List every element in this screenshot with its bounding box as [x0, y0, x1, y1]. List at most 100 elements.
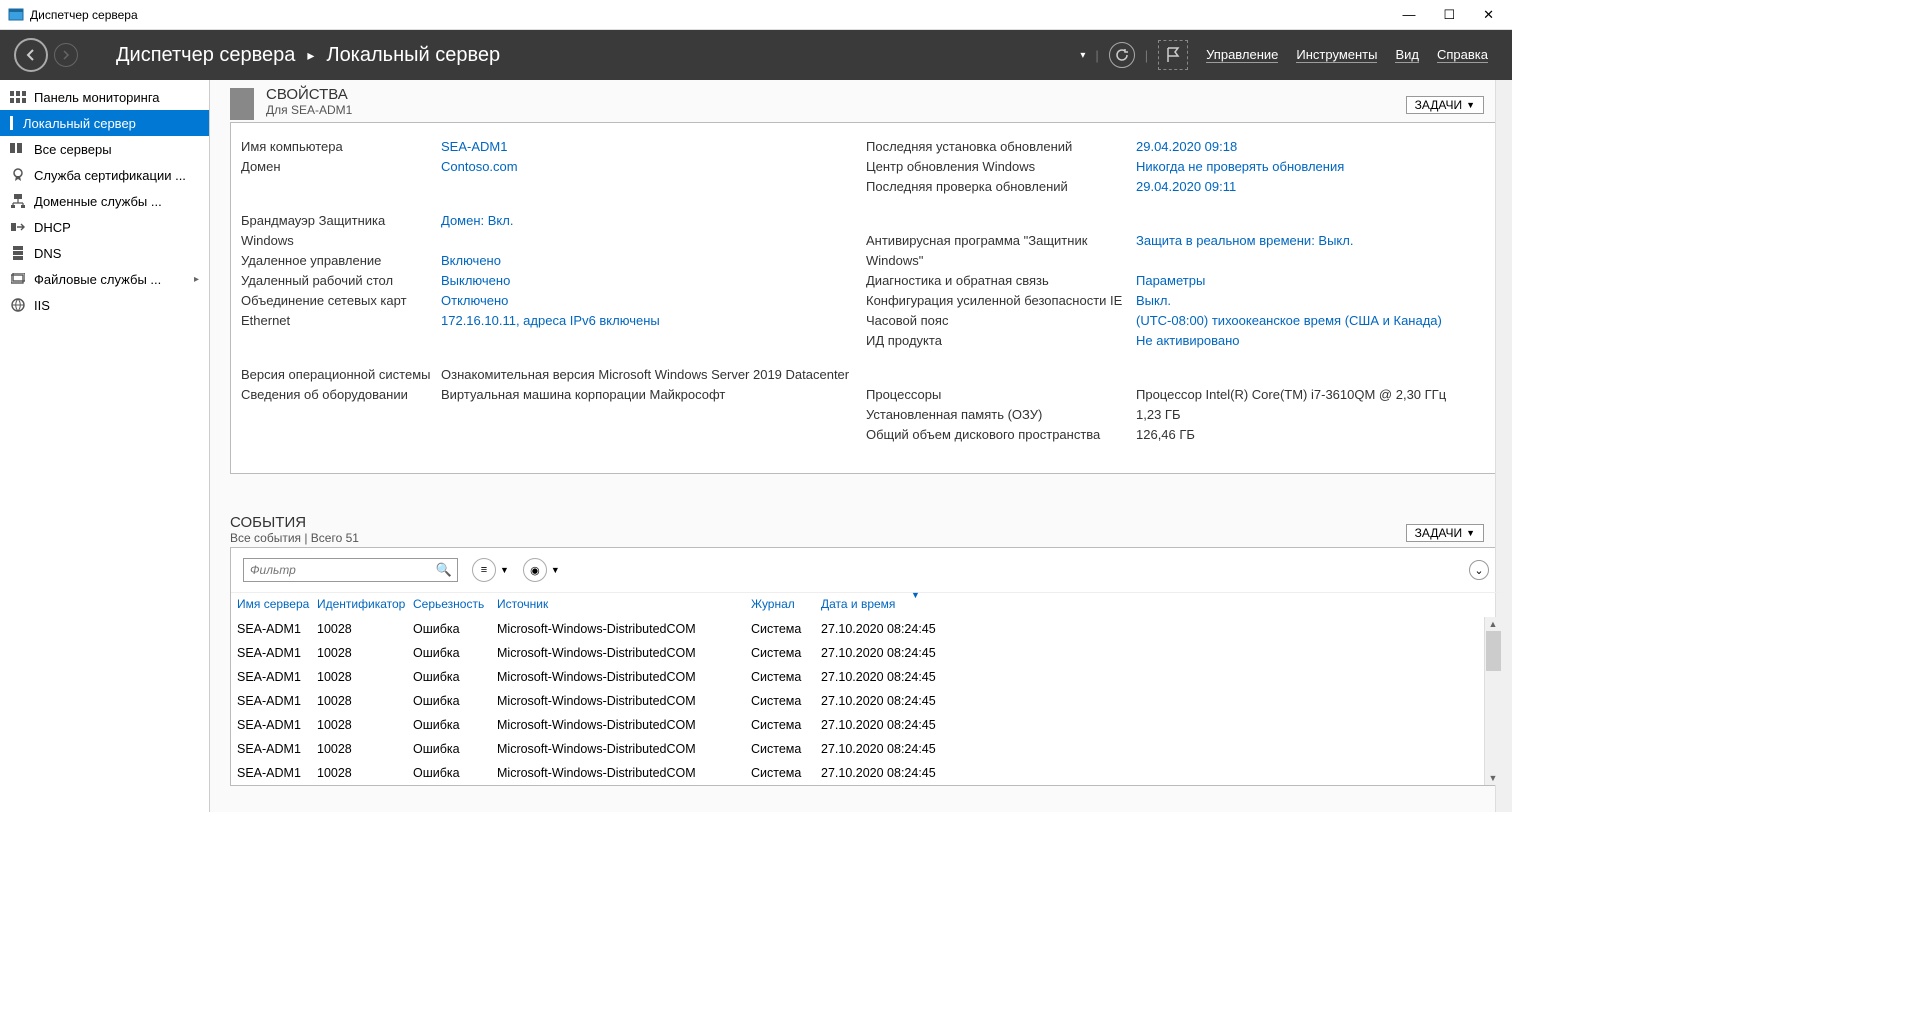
property-value[interactable]: 29.04.2020 09:11: [1136, 177, 1236, 197]
property-value[interactable]: SEA-ADM1: [441, 137, 507, 157]
property-value[interactable]: Параметры: [1136, 271, 1205, 291]
event-cell: 27.10.2020 08:24:45: [821, 739, 961, 759]
certificate-icon: [10, 168, 26, 182]
property-value[interactable]: Выкл.: [1136, 291, 1171, 311]
scroll-thumb[interactable]: [1486, 631, 1501, 671]
menu-manage[interactable]: Управление: [1206, 47, 1278, 63]
events-scrollbar[interactable]: ▲ ▼: [1484, 617, 1501, 785]
notifications-button[interactable]: [1158, 40, 1188, 70]
col-event-id[interactable]: Идентификатор: [317, 597, 413, 611]
event-cell: Ошибка: [413, 619, 497, 639]
event-cell: Microsoft-Windows-DistributedCOM: [497, 667, 751, 687]
event-row[interactable]: SEA-ADM110028ОшибкаMicrosoft-Windows-Dis…: [231, 617, 1501, 641]
col-source[interactable]: Источник: [497, 597, 751, 611]
scroll-up-icon[interactable]: ▲: [1489, 619, 1498, 629]
property-label: Центр обновления Windows: [866, 157, 1136, 177]
event-row[interactable]: SEA-ADM110028ОшибкаMicrosoft-Windows-Dis…: [231, 737, 1501, 761]
property-label: Сведения об оборудовании: [241, 385, 441, 405]
chevron-down-icon: ▼: [1466, 528, 1475, 538]
sidebar-label: Файловые службы ...: [34, 272, 161, 287]
menu-view[interactable]: Вид: [1395, 47, 1419, 63]
sidebar-item-local-server[interactable]: Локальный сервер: [0, 110, 209, 136]
event-row[interactable]: SEA-ADM110028ОшибкаMicrosoft-Windows-Dis…: [231, 689, 1501, 713]
property-label: Установленная память (ОЗУ): [866, 405, 1136, 425]
sidebar-label: IIS: [34, 298, 50, 313]
property-label: Имя компьютера: [241, 137, 441, 157]
events-view-options-button[interactable]: ≡: [472, 558, 496, 582]
events-tasks-button[interactable]: ЗАДАЧИ ▼: [1406, 524, 1484, 542]
dhcp-icon: [10, 220, 26, 234]
event-cell: 10028: [317, 763, 413, 783]
event-cell: Ошибка: [413, 643, 497, 663]
event-cell: Microsoft-Windows-DistributedCOM: [497, 643, 751, 663]
property-value[interactable]: Не активировано: [1136, 331, 1240, 351]
breadcrumb-separator-icon: ▸: [307, 47, 314, 64]
sidebar-item-dns[interactable]: DNS: [0, 240, 209, 266]
sidebar-item-domain-services[interactable]: Доменные службы ...: [0, 188, 209, 214]
event-cell: 10028: [317, 715, 413, 735]
property-row: ПроцессорыПроцессор Intel(R) Core(TM) i7…: [866, 385, 1491, 405]
sidebar-item-dhcp[interactable]: DHCP: [0, 214, 209, 240]
event-row[interactable]: SEA-ADM110028ОшибкаMicrosoft-Windows-Dis…: [231, 665, 1501, 689]
property-value[interactable]: Выключено: [441, 271, 510, 291]
minimize-button[interactable]: —: [1402, 7, 1415, 23]
sidebar-item-all-servers[interactable]: Все серверы: [0, 136, 209, 162]
menu-tools[interactable]: Инструменты: [1296, 47, 1377, 63]
event-cell: SEA-ADM1: [237, 763, 317, 783]
col-date-time[interactable]: Дата и время: [821, 597, 961, 611]
event-cell: Ошибка: [413, 715, 497, 735]
chevron-down-icon[interactable]: ▼: [500, 565, 509, 575]
property-value[interactable]: Contoso.com: [441, 157, 518, 177]
window-title: Диспетчер сервера: [30, 8, 138, 22]
property-value[interactable]: 172.16.10.11, адреса IPv6 включены: [441, 311, 660, 331]
property-value[interactable]: (UTC-08:00) тихоокеанское время (США и К…: [1136, 311, 1442, 331]
event-cell: Ошибка: [413, 667, 497, 687]
property-row: Установленная память (ОЗУ)1,23 ГБ: [866, 405, 1491, 425]
event-cell: Microsoft-Windows-DistributedCOM: [497, 763, 751, 783]
events-filter-input[interactable]: [243, 558, 458, 582]
property-value[interactable]: Домен: Вкл.: [441, 211, 513, 251]
ribbon: Диспетчер сервера ▸ Локальный сервер ▾ |…: [0, 30, 1512, 80]
property-value[interactable]: Никогда не проверять обновления: [1136, 157, 1344, 177]
property-value[interactable]: Защита в реальном времени: Выкл.: [1136, 231, 1353, 271]
property-value[interactable]: Включено: [441, 251, 501, 271]
col-log[interactable]: Журнал: [751, 597, 821, 611]
events-expand-button[interactable]: ⌄: [1469, 560, 1489, 580]
event-row[interactable]: SEA-ADM110028ОшибкаMicrosoft-Windows-Dis…: [231, 713, 1501, 737]
event-cell: Система: [751, 739, 821, 759]
property-value: Виртуальная машина корпорации Майкрософт: [441, 385, 725, 405]
property-value[interactable]: Отключено: [441, 291, 508, 311]
event-cell: Microsoft-Windows-DistributedCOM: [497, 691, 751, 711]
close-button[interactable]: ✕: [1483, 7, 1494, 23]
sidebar-item-dashboard[interactable]: Панель мониторинга: [0, 84, 209, 110]
event-row[interactable]: SEA-ADM110028ОшибкаMicrosoft-Windows-Dis…: [231, 641, 1501, 665]
events-save-button[interactable]: ◉: [523, 558, 547, 582]
sidebar-item-cert-services[interactable]: Служба сертификации ...: [0, 162, 209, 188]
event-row[interactable]: SEA-ADM110028ОшибкаMicrosoft-Windows-Dis…: [231, 761, 1501, 785]
nav-forward-button[interactable]: [54, 43, 78, 67]
sidebar-item-file-services[interactable]: Файловые службы ... ▸: [0, 266, 209, 292]
property-row: Последняя проверка обновлений29.04.2020 …: [866, 177, 1491, 197]
dropdown-chevron-icon[interactable]: ▾: [1080, 50, 1085, 61]
refresh-button[interactable]: [1109, 42, 1135, 68]
scroll-down-icon[interactable]: ▼: [1489, 773, 1498, 783]
property-row: Последняя установка обновлений29.04.2020…: [866, 137, 1491, 157]
nav-back-button[interactable]: [14, 38, 48, 72]
properties-tasks-button[interactable]: ЗАДАЧИ ▼: [1406, 96, 1484, 114]
maximize-button[interactable]: ☐: [1443, 7, 1455, 23]
event-cell: Система: [751, 715, 821, 735]
iis-icon: [10, 298, 26, 312]
main-content: СВОЙСТВА Для SEA-ADM1 ЗАДАЧИ ▼ Имя компь…: [210, 80, 1512, 812]
breadcrumb-page: Локальный сервер: [326, 44, 500, 67]
col-server-name[interactable]: Имя сервера: [237, 597, 317, 611]
event-cell: SEA-ADM1: [237, 691, 317, 711]
sidebar-item-iis[interactable]: IIS: [0, 292, 209, 318]
col-severity[interactable]: Серьезность: [413, 597, 497, 611]
menu-help[interactable]: Справка: [1437, 47, 1488, 63]
breadcrumb-root[interactable]: Диспетчер сервера: [116, 44, 295, 67]
event-cell: Система: [751, 763, 821, 783]
property-value[interactable]: 29.04.2020 09:18: [1136, 137, 1237, 157]
chevron-down-icon[interactable]: ▼: [551, 565, 560, 575]
search-icon[interactable]: 🔍: [436, 562, 452, 578]
sidebar: Панель мониторинга Локальный сервер Все …: [0, 80, 210, 812]
